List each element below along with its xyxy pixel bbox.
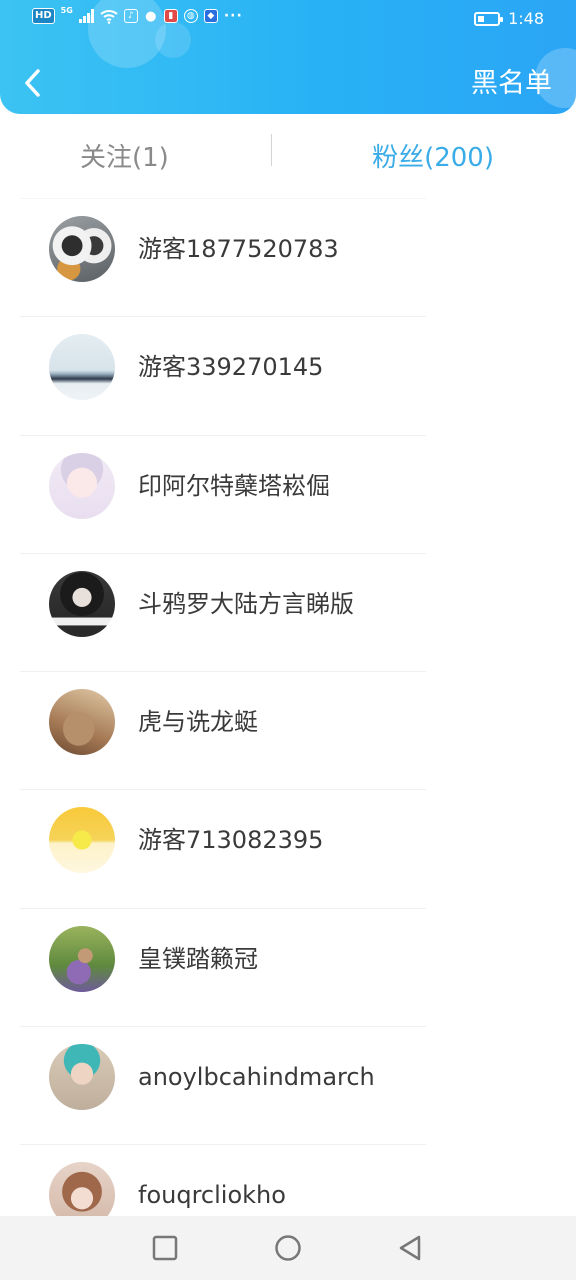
avatar[interactable] (49, 452, 115, 519)
list-item[interactable]: 游客339270145 (20, 316, 426, 434)
list-item[interactable]: 皇镤踏籁冠 (20, 907, 426, 1026)
list-item[interactable]: 游客1877520783 (20, 198, 426, 316)
square-icon[interactable] (151, 1234, 179, 1262)
list-item[interactable]: fouqrcliokho (20, 1144, 426, 1216)
browser-icon: ◍ (183, 9, 198, 23)
user-name: 皇镤踏籁冠 (138, 944, 258, 973)
back-button[interactable] (16, 62, 50, 104)
network-type: 5G (60, 5, 73, 15)
user-name: 斗鸦罗大陆方言睇版 (138, 589, 354, 618)
battery-icon (474, 11, 504, 26)
more-notifications: ··· (223, 8, 243, 24)
circle-icon[interactable] (274, 1234, 302, 1262)
app-icon: ◆ (203, 9, 218, 23)
avatar[interactable] (49, 1162, 115, 1216)
list-item[interactable]: anoylbcahindmarch (20, 1026, 426, 1144)
notes-icon: ▮ (163, 9, 178, 23)
user-name: 游客1877520783 (138, 235, 339, 263)
clock: 1:48 (508, 9, 544, 28)
avatar[interactable] (49, 570, 115, 637)
avatar[interactable] (49, 689, 115, 756)
tab-following[interactable]: 关注(1) (80, 138, 169, 178)
user-name: 游客713082395 (138, 826, 324, 855)
list-item[interactable]: 印阿尔特蘖塔崧倔 (20, 434, 426, 553)
user-name: 游客339270145 (138, 353, 324, 382)
chevron-left-icon (25, 69, 40, 97)
avatar[interactable] (49, 925, 115, 992)
hd-badge: HD (32, 8, 55, 24)
signal-icon (78, 9, 94, 23)
status-left: HD 5G ♪ ● ▮ ◍ ◆ ··· (32, 5, 243, 24)
user-name: 印阿尔特蘖塔崧倔 (138, 471, 330, 500)
user-name: fouqrcliokho (138, 1181, 286, 1210)
music-icon: ♪ (123, 9, 138, 23)
user-name: 虎与诜龙蜓 (138, 708, 258, 737)
avatar[interactable] (49, 1044, 115, 1111)
system-nav-bar (0, 1216, 576, 1280)
tab-fans[interactable]: 粉丝(200) (372, 138, 494, 178)
list-item[interactable]: 游客713082395 (20, 789, 426, 907)
user-name: anoylbcahindmarch (138, 1063, 375, 1092)
status-right: 1:48 (474, 9, 544, 28)
blacklist-button[interactable]: 黑名单 (471, 62, 552, 106)
list-item[interactable]: 虎与诜龙蜓 (20, 671, 426, 789)
status-bar: HD 5G ♪ ● ▮ ◍ ◆ ··· 1:48 (0, 0, 576, 40)
avatar[interactable] (49, 334, 115, 401)
triangle-back-icon[interactable] (396, 1234, 424, 1262)
wechat-icon: ● (145, 8, 157, 24)
tab-divider (271, 134, 272, 166)
tab-bar: 关注(1) 粉丝(200) (0, 114, 576, 198)
app-header: HD 5G ♪ ● ▮ ◍ ◆ ··· 1:48 黑名单 (0, 0, 576, 114)
avatar[interactable] (49, 807, 115, 874)
list-item[interactable]: 斗鸦罗大陆方言睇版 (20, 552, 426, 671)
wifi-icon (100, 10, 118, 24)
avatar[interactable] (49, 216, 115, 282)
fans-list[interactable]: 游客1877520783 游客339270145 印阿尔特蘖塔崧倔 斗鸦罗大陆方… (0, 198, 576, 1216)
